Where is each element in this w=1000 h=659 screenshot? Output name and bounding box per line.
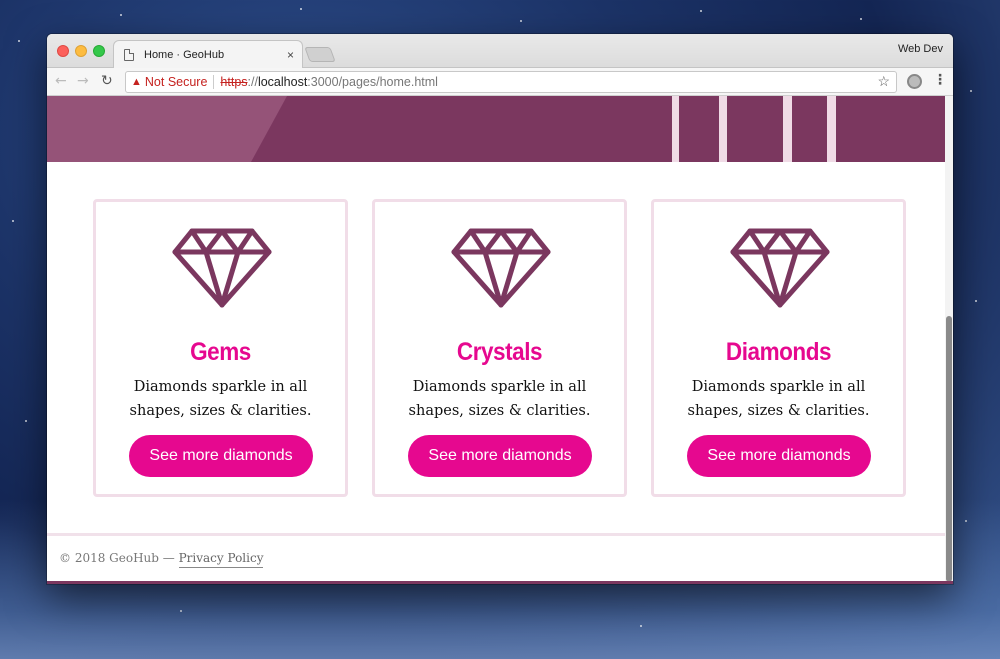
- card-title: Crystals: [456, 338, 543, 366]
- url-scheme: https: [220, 75, 248, 89]
- star: [25, 420, 27, 422]
- card-description: Diamonds sparkle in all shapes, sizes & …: [408, 379, 591, 419]
- star: [520, 20, 522, 22]
- card-grid: Gems Diamonds sparkle in all shapes, siz…: [93, 199, 907, 497]
- star: [18, 40, 20, 42]
- scrollbar[interactable]: [945, 96, 953, 584]
- diamond-icon: [730, 228, 830, 308]
- reload-icon[interactable]: ↻: [101, 73, 113, 89]
- profile-name[interactable]: Web Dev: [898, 43, 943, 55]
- star: [860, 18, 862, 20]
- star-icon[interactable]: ☆: [877, 73, 890, 90]
- new-tab-button[interactable]: [304, 47, 336, 62]
- url-host: localhost: [257, 75, 308, 89]
- page-content: Gems Diamonds sparkle in all shapes, siz…: [47, 96, 945, 584]
- window-close-button[interactable]: [57, 45, 69, 57]
- footer: © 2018 GeoHub — Privacy Policy: [59, 551, 264, 568]
- card-diamonds: Diamonds Diamonds sparkle in all shapes,…: [651, 199, 906, 497]
- page-bottom-bar: [47, 581, 953, 584]
- window-minimize-button[interactable]: [75, 45, 87, 57]
- address-bar[interactable]: ▲ Not Secure https :// localhost :3000/p…: [125, 71, 897, 93]
- footer-divider: [47, 533, 945, 536]
- forward-arrow-icon[interactable]: →: [77, 73, 89, 89]
- star: [180, 610, 182, 612]
- card-description: Diamonds sparkle in all shapes, sizes & …: [687, 379, 870, 419]
- document-icon: [124, 49, 134, 61]
- star: [965, 520, 967, 522]
- browser-window: Home · GeoHub × Web Dev ← → ↻ ▲ Not Secu…: [47, 34, 953, 584]
- divider: [213, 75, 215, 89]
- privacy-policy-link[interactable]: Privacy Policy: [178, 551, 264, 568]
- hero-stripe: [827, 96, 836, 162]
- kebab-menu-icon[interactable]: ⋮: [933, 72, 947, 88]
- hero-banner: [47, 96, 945, 162]
- card-title: Gems: [190, 338, 251, 366]
- card-gems: Gems Diamonds sparkle in all shapes, siz…: [93, 199, 348, 497]
- hero-stripe: [672, 96, 679, 162]
- url-separator: ://: [247, 75, 258, 89]
- browser-toolbar: ← → ↻ ▲ Not Secure https :// localhost :…: [47, 68, 953, 96]
- tab-title: Home · GeoHub: [144, 49, 225, 61]
- tab-strip: Home · GeoHub × Web Dev: [47, 34, 953, 69]
- extension-icon[interactable]: [907, 74, 922, 89]
- diamond-icon: [172, 228, 272, 308]
- star: [300, 8, 302, 10]
- window-maximize-button[interactable]: [93, 45, 105, 57]
- star: [12, 220, 14, 222]
- warning-icon: ▲: [131, 76, 142, 88]
- star: [975, 300, 977, 302]
- security-label[interactable]: Not Secure: [145, 75, 208, 89]
- see-more-diamonds-button[interactable]: See more diamonds: [129, 435, 313, 477]
- card-crystals: Crystals Diamonds sparkle in all shapes,…: [372, 199, 627, 497]
- copyright-text: © 2018 GeoHub —: [59, 551, 179, 565]
- tab-home[interactable]: Home · GeoHub ×: [113, 40, 303, 69]
- card-title: Diamonds: [725, 338, 832, 366]
- hero-stripe: [783, 96, 792, 162]
- back-arrow-icon[interactable]: ←: [55, 73, 67, 89]
- url-path: :3000/pages/home.html: [307, 75, 438, 89]
- see-more-diamonds-button[interactable]: See more diamonds: [687, 435, 871, 477]
- star: [970, 90, 972, 92]
- hero-stripe: [719, 96, 727, 162]
- star: [120, 14, 122, 16]
- hero-highlight: [47, 96, 287, 162]
- diamond-icon: [451, 228, 551, 308]
- tab-close-icon[interactable]: ×: [287, 48, 294, 62]
- star: [700, 10, 702, 12]
- see-more-diamonds-button[interactable]: See more diamonds: [408, 435, 592, 477]
- star: [640, 625, 642, 627]
- card-description: Diamonds sparkle in all shapes, sizes & …: [129, 379, 312, 419]
- scrollbar-thumb[interactable]: [946, 316, 952, 582]
